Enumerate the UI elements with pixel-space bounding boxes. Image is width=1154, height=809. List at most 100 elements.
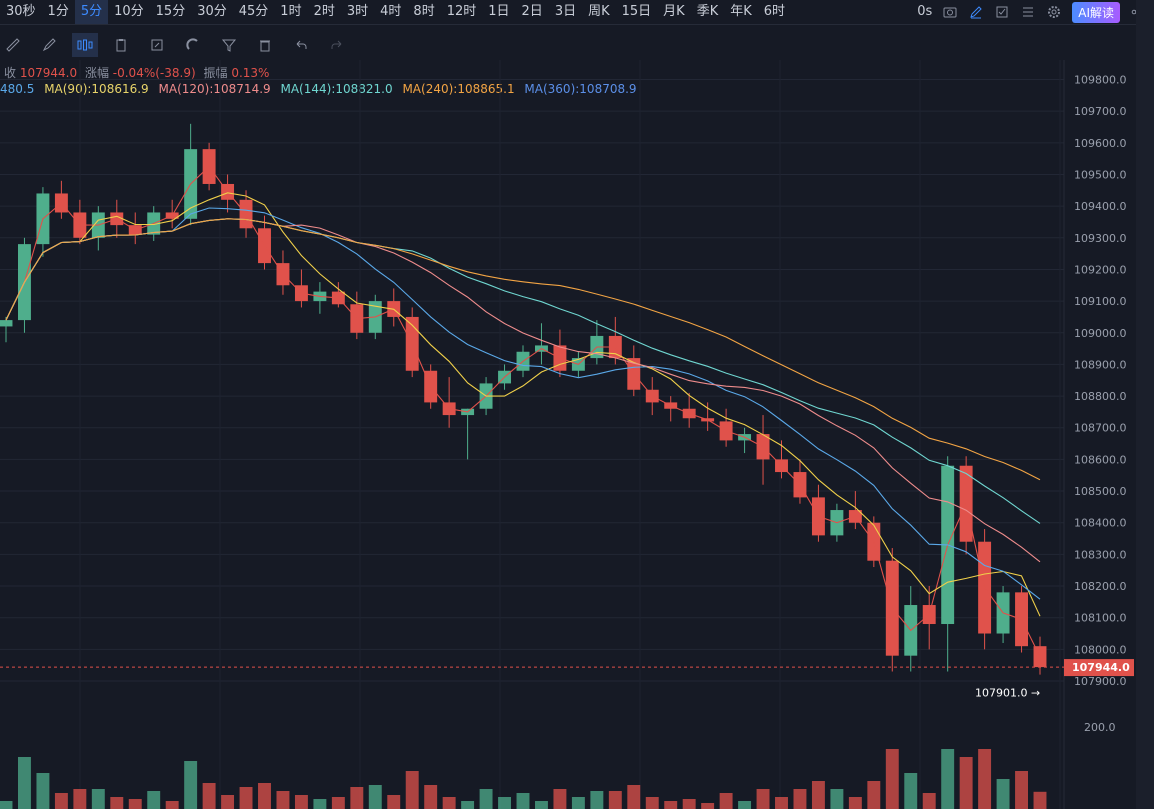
volume-bar bbox=[516, 793, 530, 809]
y-tick-label: 109400.0 bbox=[1074, 200, 1127, 213]
divider bbox=[0, 24, 1136, 25]
timeframe-10[interactable]: 4时 bbox=[374, 0, 407, 24]
y-tick-label: 108100.0 bbox=[1074, 612, 1127, 625]
trash-tool-icon[interactable] bbox=[252, 33, 278, 57]
timeframe-8[interactable]: 2时 bbox=[308, 0, 341, 24]
volume-bar bbox=[867, 781, 881, 809]
volume-bar bbox=[368, 785, 382, 809]
volume-bar bbox=[811, 781, 825, 809]
volume-bar bbox=[922, 793, 936, 809]
volume-bar bbox=[904, 773, 918, 809]
ai-interpret-button[interactable]: AI解读 bbox=[1072, 1, 1120, 23]
y-tick-label: 109300.0 bbox=[1074, 232, 1127, 245]
volume-bar bbox=[276, 791, 290, 809]
volume-tick-label: 200.0 bbox=[1084, 721, 1116, 734]
y-tick-label: 109600.0 bbox=[1074, 137, 1127, 150]
timeframe-16[interactable]: 周K bbox=[582, 0, 616, 24]
timeframe-7[interactable]: 1时 bbox=[274, 0, 307, 24]
timeframe-18[interactable]: 月K bbox=[657, 0, 691, 24]
timeframe-15[interactable]: 3日 bbox=[549, 0, 582, 24]
y-tick-label: 108500.0 bbox=[1074, 485, 1127, 498]
timeframe-19[interactable]: 季K bbox=[691, 0, 725, 24]
right-side-strip bbox=[1136, 0, 1154, 809]
volume-bar bbox=[461, 801, 475, 809]
volume-bar bbox=[719, 793, 733, 809]
clipboard-tool-icon[interactable] bbox=[108, 33, 134, 57]
timeframe-12[interactable]: 12时 bbox=[441, 0, 483, 24]
volume-bar bbox=[1033, 791, 1047, 809]
volume-bar bbox=[848, 797, 862, 809]
countdown: 0s bbox=[917, 4, 933, 19]
y-tick-label: 109800.0 bbox=[1074, 73, 1127, 86]
gear-icon[interactable] bbox=[1046, 4, 1062, 20]
y-tick-label: 108200.0 bbox=[1074, 580, 1127, 593]
ma-line-short bbox=[5, 165, 1041, 657]
volume-bar bbox=[147, 791, 161, 809]
volume-bar bbox=[313, 799, 327, 809]
volume-bar bbox=[0, 801, 13, 809]
volume-bar bbox=[590, 791, 604, 809]
volume-bar bbox=[793, 789, 807, 809]
timeframe-20[interactable]: 年K bbox=[724, 0, 758, 24]
volume-bar bbox=[479, 789, 493, 809]
volume-bar bbox=[1015, 771, 1028, 809]
volume-bar bbox=[424, 785, 438, 809]
volume-bar bbox=[738, 801, 752, 809]
ruler-tool-icon[interactable] bbox=[0, 33, 26, 57]
timeframe-21[interactable]: 6时 bbox=[758, 0, 791, 24]
volume-bar bbox=[110, 797, 124, 809]
volume-bar bbox=[258, 783, 271, 809]
y-tick-label: 109700.0 bbox=[1074, 105, 1127, 118]
redo-icon[interactable] bbox=[324, 33, 350, 57]
timeframe-1[interactable]: 1分 bbox=[42, 0, 75, 24]
volume-bar bbox=[571, 797, 585, 809]
list-icon[interactable] bbox=[1020, 4, 1036, 20]
edit-tool-icon[interactable] bbox=[144, 33, 170, 57]
volume-bar bbox=[756, 789, 770, 809]
y-tick-label: 109200.0 bbox=[1074, 263, 1127, 276]
y-tick-label: 109000.0 bbox=[1074, 327, 1127, 340]
timeframe-17[interactable]: 15日 bbox=[616, 0, 658, 24]
timeframe-14[interactable]: 2日 bbox=[516, 0, 549, 24]
y-tick-label: 109500.0 bbox=[1074, 168, 1127, 181]
volume-bar bbox=[959, 757, 973, 809]
volume-bar bbox=[350, 787, 364, 809]
undo-icon[interactable] bbox=[288, 33, 314, 57]
timeframe-11[interactable]: 8时 bbox=[407, 0, 440, 24]
volume-bar bbox=[830, 789, 844, 809]
camera-icon[interactable] bbox=[942, 4, 958, 20]
timeframe-13[interactable]: 1日 bbox=[482, 0, 515, 24]
candle-body bbox=[1033, 646, 1047, 668]
volume-bar bbox=[128, 799, 142, 809]
timeframe-5[interactable]: 30分 bbox=[191, 0, 233, 24]
volume-bar bbox=[535, 801, 548, 809]
low-marker-label: 107901.0 → bbox=[975, 687, 1040, 700]
candlestick-tool-icon[interactable] bbox=[72, 33, 98, 57]
volume-bar bbox=[73, 789, 87, 809]
volume-bar bbox=[664, 801, 678, 809]
price-chart[interactable]: 109800.0 109700.0 109600.0 109500.0 109400.0… bbox=[0, 60, 1136, 809]
volume-bar bbox=[36, 773, 50, 809]
brush-tool-icon[interactable] bbox=[36, 33, 62, 57]
y-tick-label: 108600.0 bbox=[1074, 453, 1127, 466]
volume-bar bbox=[202, 783, 216, 809]
volume-bar bbox=[239, 787, 253, 809]
timeframe-3[interactable]: 10分 bbox=[108, 0, 150, 24]
timeframe-6[interactable]: 45分 bbox=[233, 0, 275, 24]
timeframe-0[interactable]: 30秒 bbox=[0, 0, 42, 24]
timeframe-4[interactable]: 15分 bbox=[150, 0, 192, 24]
filter-tool-icon[interactable] bbox=[216, 33, 242, 57]
timeframe-2[interactable]: 5分 bbox=[74, 0, 109, 24]
volume-bar bbox=[941, 749, 955, 809]
timeframe-9[interactable]: 3时 bbox=[341, 0, 374, 24]
volume-bar bbox=[442, 797, 456, 809]
magnet-tool-icon[interactable] bbox=[180, 33, 206, 57]
volume-bar bbox=[553, 789, 567, 809]
y-tick-label: 108800.0 bbox=[1074, 390, 1127, 403]
volume-bar bbox=[682, 799, 696, 809]
top-right-tools: 0s AI解读 bbox=[917, 0, 1146, 24]
volume-bar bbox=[645, 797, 659, 809]
ma-line-120 bbox=[5, 218, 1041, 563]
pencil-icon[interactable] bbox=[968, 4, 984, 20]
checkbox-icon[interactable] bbox=[994, 4, 1010, 20]
